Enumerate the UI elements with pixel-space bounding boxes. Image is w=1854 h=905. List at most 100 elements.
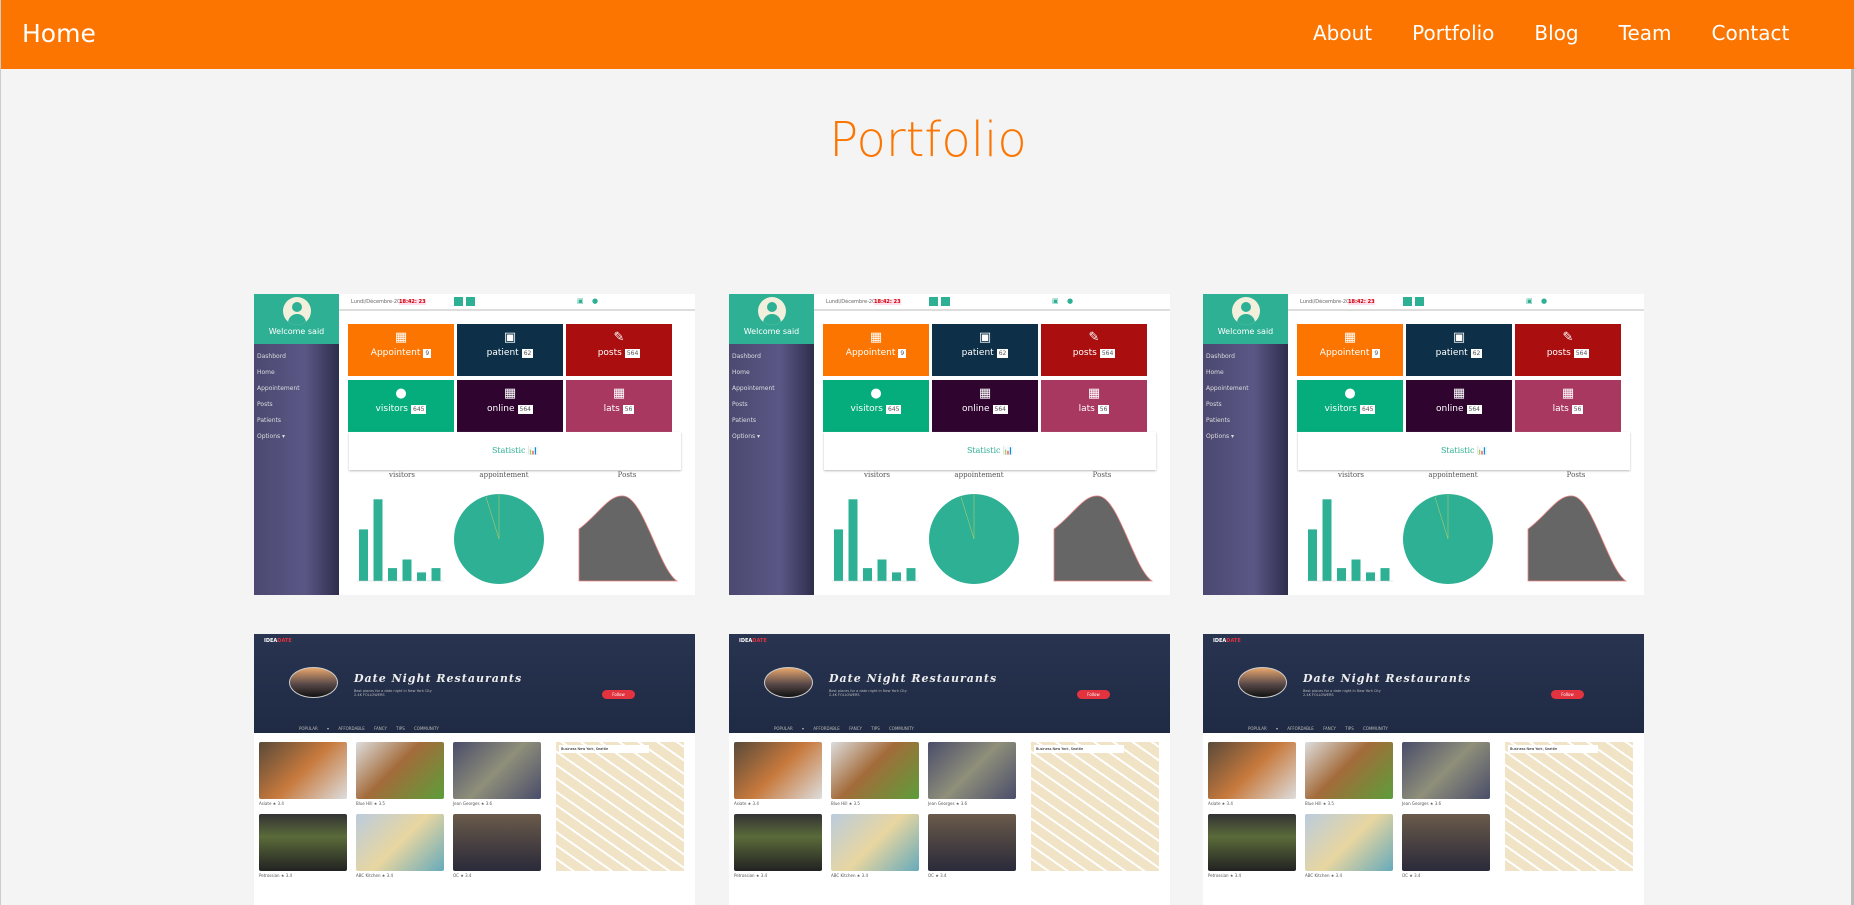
thumb-menu-item: Home [1206, 369, 1224, 376]
tile-label: Appointent [845, 348, 896, 358]
facebook-icon [929, 297, 938, 306]
id-card-icon: ▣ [503, 330, 517, 345]
restaurant-name: OC ★ 3.4 [928, 873, 947, 878]
calendar-icon: ▣ [577, 297, 584, 305]
stat-tile: ✎ posts 564 [1041, 324, 1147, 376]
restaurant-name: ABC Kitchen ★ 3.4 [831, 873, 868, 878]
tile-label: lats [1078, 404, 1095, 414]
calendar-icon: ▦ [1561, 386, 1575, 401]
tile-count: 62 [521, 349, 534, 358]
thumb-menu-item: Home [732, 369, 750, 376]
list-title: Date Night Restaurants [829, 672, 998, 685]
id-card-icon: ▣ [1452, 330, 1466, 345]
time-text: 18:42: 23 [399, 299, 426, 305]
restaurant-name: OC ★ 3.4 [1402, 873, 1421, 878]
nav-blog-link[interactable]: Blog [1534, 21, 1578, 45]
tile-label: visitors [1324, 404, 1357, 414]
twitter-icon [941, 297, 950, 306]
tile-count: 564 [992, 405, 1008, 414]
stat-tile: ▦ online 564 [1406, 380, 1512, 432]
restaurant-name: Petrossian ★ 3.4 [734, 873, 768, 878]
thumb-menu-item: Options ▾ [1206, 433, 1235, 440]
stat-tile: ● visitors 645 [348, 380, 454, 432]
tile-label: online [487, 404, 515, 414]
user-icon: ● [1344, 386, 1356, 401]
bar [373, 499, 383, 581]
restaurant-name: Asiate ★ 3.4 [1208, 801, 1233, 806]
bar [877, 559, 887, 581]
logo: IDEADATE [739, 638, 767, 644]
logo: IDEADATE [1213, 638, 1241, 644]
nav-team-link[interactable]: Team [1619, 21, 1672, 45]
nav-contact-link[interactable]: Contact [1712, 21, 1790, 45]
time-text: 18:42: 23 [874, 299, 901, 305]
thumb-menu-item: Options ▾ [732, 433, 761, 440]
tile-label: online [962, 404, 990, 414]
bar [417, 572, 426, 581]
thumb-menu-item: Posts [1206, 401, 1222, 408]
bell-icon: ● [592, 297, 599, 305]
tile-count: 9 [1372, 349, 1381, 358]
thumb-charts [357, 494, 679, 584]
bar [431, 568, 441, 581]
restaurant-photo [356, 742, 444, 799]
bar [848, 499, 858, 581]
chart-title: visitors [1338, 471, 1364, 479]
list-title: Date Night Restaurants [354, 672, 523, 685]
portfolio-item-restaurants[interactable]: IDEADATE Date Night Restaurants Best pla… [254, 634, 695, 905]
thumb-menu-item: Patients [1206, 417, 1231, 424]
cover-photo [1238, 667, 1287, 698]
portfolio-item-dashboard[interactable]: Welcome said Dashbord Home Appointement Pos… [729, 294, 1170, 595]
bar [402, 559, 412, 581]
nav-links: About Portfolio Blog Team Contact [1313, 21, 1829, 45]
bar [1337, 568, 1346, 581]
calendar-icon: ▦ [1452, 386, 1466, 401]
tile-count: 564 [1466, 405, 1482, 414]
statistic-panel: Statistic 📊 [349, 432, 681, 470]
tile-count: 62 [1470, 349, 1483, 358]
cover-photo [764, 667, 813, 698]
restaurant-name: Blue Hill ★ 3.5 [1305, 801, 1334, 806]
follow-button: Follow [1077, 690, 1110, 699]
restaurant-photo [1208, 742, 1296, 799]
calendar-icon: ▦ [394, 330, 408, 345]
nav-about-link[interactable]: About [1313, 21, 1372, 45]
nav-home-link[interactable]: Home [22, 19, 96, 48]
chart-title: Posts [1092, 471, 1112, 479]
thumb-menu-item: Dashbord [732, 353, 761, 360]
tile-count: 564 [517, 405, 533, 414]
tile-label: patient [1435, 348, 1468, 358]
thumb-menu-item: Posts [257, 401, 273, 408]
user-icon: ● [395, 386, 407, 401]
map-title: Business New York, Seattle [1508, 745, 1598, 753]
bar [1366, 572, 1375, 581]
portfolio-item-restaurants[interactable]: IDEADATE Date Night Restaurants Best pla… [729, 634, 1170, 905]
list-title: Date Night Restaurants [1303, 672, 1472, 685]
tile-label: visitors [375, 404, 408, 414]
bell-icon: ● [1541, 297, 1548, 305]
avatar-icon [282, 297, 311, 325]
thumb-menu: Dashbord Home Appointement Posts Patients Opt… [732, 349, 775, 445]
stat-tile: ✎ posts 564 [1515, 324, 1621, 376]
restaurant-name: OC ★ 3.4 [453, 873, 472, 878]
cover-photo [289, 667, 338, 698]
thumb-menu: Dashbord Home Appointement Posts Patients Opt… [257, 349, 300, 445]
restaurant-photo [1402, 742, 1490, 799]
restaurant-photo [734, 742, 822, 799]
tile-count: 564 [624, 349, 641, 358]
restaurant-photo [928, 742, 1016, 799]
restaurant-photo [928, 814, 1016, 871]
follow-button: Follow [602, 690, 635, 699]
stat-tile: ● visitors 645 [1297, 380, 1403, 432]
tile-count: 645 [1360, 405, 1376, 414]
restaurant-name: Asiate ★ 3.4 [734, 801, 759, 806]
nav-portfolio-link[interactable]: Portfolio [1412, 21, 1494, 45]
restaurant-name: Jean Georges ★ 3.6 [453, 801, 493, 806]
tile-label: lats [603, 404, 620, 414]
portfolio-item-dashboard[interactable]: Welcome said Dashbord Home Appointement Pos… [254, 294, 695, 595]
thumb-tabs: POPULAR ▾ AFFORDABLE FANCY TIPS COMMUNIT… [1248, 726, 1388, 731]
thumb-menu-item: Patients [732, 417, 757, 424]
portfolio-item-restaurants[interactable]: IDEADATE Date Night Restaurants Best pla… [1203, 634, 1644, 905]
portfolio-item-dashboard[interactable]: Welcome said Dashbord Home Appointement Pos… [1203, 294, 1644, 595]
tile-count: 564 [1573, 349, 1590, 358]
